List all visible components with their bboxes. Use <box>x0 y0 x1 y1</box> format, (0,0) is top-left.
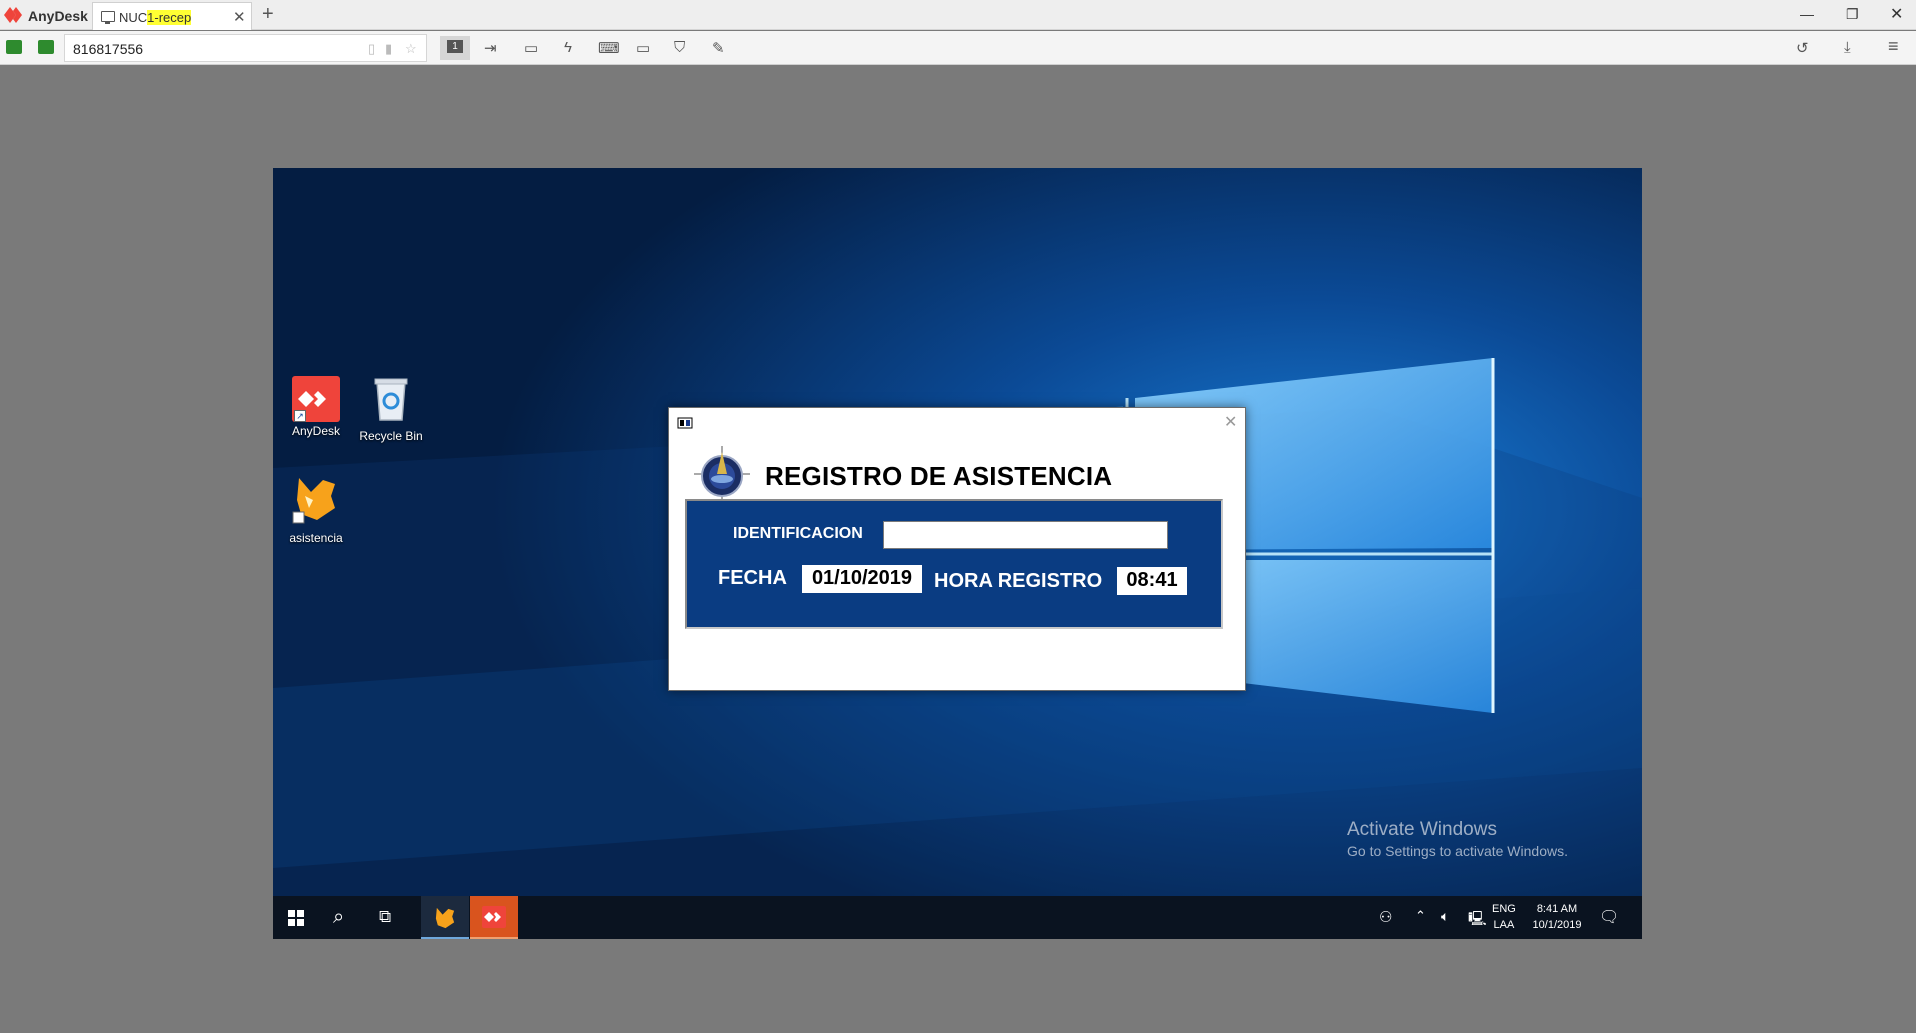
actions-icon[interactable]: ϟ <box>564 39 572 56</box>
desktop-icon-label: AnyDesk <box>291 424 341 438</box>
task-view-button[interactable]: ⧉ <box>365 896 411 939</box>
menu-icon[interactable]: ≡ <box>1888 36 1899 57</box>
taskbar-app-anydesk[interactable] <box>470 896 518 939</box>
language-code: ENG <box>1492 903 1516 915</box>
desktop-icon-anydesk[interactable]: ↗ AnyDesk <box>278 376 354 438</box>
trash-icon[interactable]: ▮ <box>385 41 392 57</box>
history-icon[interactable]: ↺ <box>1796 39 1809 57</box>
monitor-icon <box>101 11 115 24</box>
people-icon[interactable]: ⚇ <box>1379 908 1392 926</box>
registro-form-panel: IDENTIFICACION FECHA 01/10/2019 HORA REG… <box>685 499 1223 629</box>
recycle-bin-icon <box>374 378 408 421</box>
draw-pen-icon[interactable]: ✎ <box>712 39 725 57</box>
new-tab-button[interactable]: + <box>262 3 274 26</box>
windows-logo-icon <box>288 910 304 926</box>
tab-remote-session[interactable]: NUC1-recep ✕ <box>92 2 252 30</box>
tab-label: NUC1-recep <box>119 10 192 25</box>
clock[interactable]: 8:41 AM 10/1/2019 <box>1527 901 1587 933</box>
copy-icon[interactable]: ▯ <box>368 41 375 57</box>
activate-subtitle: Go to Settings to activate Windows. <box>1347 843 1568 859</box>
input-language[interactable]: ENG LAA <box>1492 901 1516 933</box>
fecha-value: 01/10/2019 <box>802 565 922 593</box>
clock-date: 10/1/2019 <box>1532 919 1582 931</box>
desktop-icon-recycle-bin[interactable]: Recycle Bin <box>353 374 429 443</box>
keyboard-layout: LAA <box>1493 919 1515 931</box>
desktop-icon-asistencia[interactable]: asistencia <box>278 474 354 545</box>
clock-time: 8:41 AM <box>1536 903 1578 915</box>
tab-close-icon[interactable]: ✕ <box>233 8 246 26</box>
activate-windows-watermark: Activate Windows Go to Settings to activ… <box>1347 819 1568 859</box>
app-name: AnyDesk <box>28 8 88 24</box>
volume-muted-icon[interactable]: 🔈︎ <box>1441 908 1449 925</box>
anydesk-logo-icon <box>4 7 22 23</box>
hora-registro-label: HORA REGISTRO <box>934 570 1103 592</box>
taskbar-app-asistencia[interactable] <box>421 896 469 939</box>
search-icon: ⌕ <box>333 906 345 928</box>
anydesk-icon: ↗ <box>292 376 340 422</box>
fox-icon <box>435 907 455 929</box>
registro-asistencia-dialog[interactable]: ✕ REGISTRO DE ASISTENCIA IDENTIFICACION … <box>668 407 1246 691</box>
identificacion-label: IDENTIFICACION <box>733 525 863 542</box>
verified-icon <box>38 40 54 54</box>
identificacion-input[interactable] <box>883 521 1168 549</box>
fecha-label: FECHA <box>718 567 787 589</box>
chevron-up-icon[interactable]: ⌃ <box>1415 908 1426 924</box>
anydesk-icon <box>482 906 506 928</box>
windows-taskbar: ⌕ ⧉ ⚇ ⌃ 🔈︎ 🖳︎ ENG LAA 8:41 AM 10/1/2019 … <box>273 896 1642 939</box>
close-window-button[interactable]: ✕ <box>1890 4 1903 24</box>
connection-status-icon <box>6 40 22 54</box>
activate-title: Activate Windows <box>1347 819 1497 840</box>
star-icon[interactable]: ☆ <box>405 41 417 57</box>
anydesk-titlebar: AnyDesk NUC1-recep ✕ + — ❐ ✕ <box>0 0 1916 30</box>
keyboard-icon[interactable]: ⌨ <box>598 39 620 57</box>
desktop-icon-label: Recycle Bin <box>359 429 423 443</box>
emblem-logo-icon <box>694 446 750 502</box>
task-view-icon: ⧉ <box>379 907 392 926</box>
download-icon[interactable]: ⤓ <box>1844 39 1851 56</box>
anydesk-toolbar: 816817556 ▯ ▮ ☆ 1 ⇥ ▭ ϟ ⌨ ▭ ⛉ ✎ ↺ ⤓ ≡ <box>0 31 1916 65</box>
dialog-title: REGISTRO DE ASISTENCIA <box>765 461 1113 491</box>
search-button[interactable]: ⌕ <box>319 896 365 939</box>
app-window-icon <box>677 417 693 429</box>
dialog-close-button[interactable]: ✕ <box>1224 412 1237 432</box>
restore-button[interactable]: ❐ <box>1846 6 1859 23</box>
network-icon[interactable]: 🖳︎ <box>1468 908 1487 932</box>
address-bar[interactable]: 816817556 ▯ ▮ ☆ <box>64 34 427 62</box>
switch-sides-icon[interactable]: ⇥ <box>484 39 497 57</box>
address-text: 816817556 <box>73 41 144 57</box>
chat-icon[interactable]: ▭ <box>524 39 538 57</box>
notifications-icon[interactable]: 🗨︎ <box>1599 907 1619 927</box>
display-icon[interactable]: ▭ <box>636 39 650 57</box>
hora-value: 08:41 <box>1117 567 1187 595</box>
minimize-button[interactable]: — <box>1800 6 1814 22</box>
display-select-button[interactable]: 1 <box>440 36 470 60</box>
desktop-icon-label: asistencia <box>289 531 343 545</box>
permissions-shield-icon[interactable]: ⛉ <box>674 39 685 56</box>
fox-icon <box>292 478 335 524</box>
start-button[interactable] <box>273 896 319 939</box>
